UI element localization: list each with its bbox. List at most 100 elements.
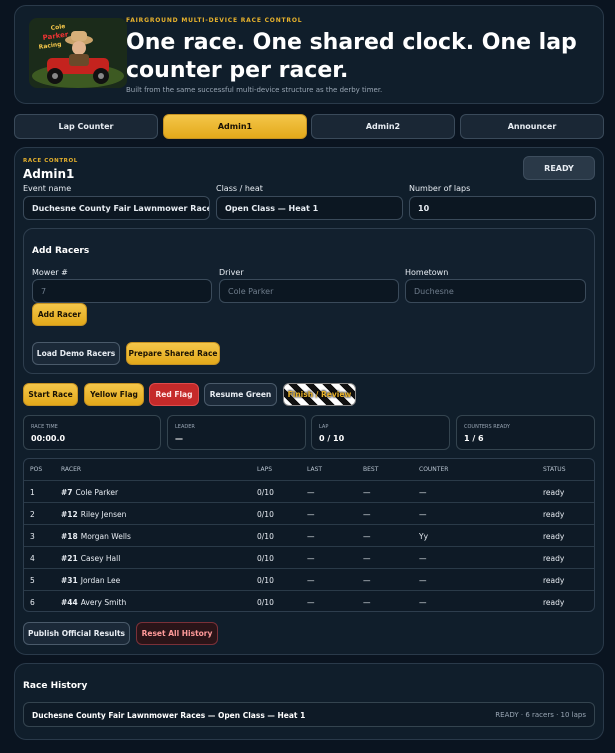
row-racer-number: #7 bbox=[61, 487, 73, 497]
row-best: — bbox=[363, 509, 371, 519]
row-laps: 0/10 bbox=[257, 509, 274, 519]
lap-key: LAP bbox=[319, 424, 329, 430]
hometown-input[interactable]: Duchesne bbox=[405, 279, 586, 303]
hero-subtitle: Built from the same successful multi-dev… bbox=[126, 86, 383, 94]
row-pos: 3 bbox=[30, 531, 35, 541]
row-best: — bbox=[363, 553, 371, 563]
table-row: 5 #31 Jordan Lee 0/10 — — — ready bbox=[24, 568, 594, 590]
status-badge: READY bbox=[523, 156, 595, 180]
prepare-shared-race-button[interactable]: Prepare Shared Race bbox=[126, 342, 220, 365]
add-racers-title: Add Racers bbox=[32, 246, 90, 256]
yellow-flag-button[interactable]: Yellow Flag bbox=[84, 383, 144, 406]
col-status: STATUS bbox=[543, 466, 566, 473]
mower-number-input[interactable]: 7 bbox=[32, 279, 212, 303]
row-racer-name: Casey Hall bbox=[80, 553, 121, 563]
counters-ready-value: 1 / 6 bbox=[464, 434, 484, 443]
col-pos: POS bbox=[30, 466, 43, 473]
col-racer: RACER bbox=[61, 466, 82, 473]
publish-results-button[interactable]: Publish Official Results bbox=[23, 622, 130, 645]
table-row: 2 #12 Riley Jensen 0/10 — — — ready bbox=[24, 502, 594, 524]
row-racer: #7 Cole Parker bbox=[61, 481, 118, 503]
row-laps: 0/10 bbox=[257, 553, 274, 563]
row-laps: 0/10 bbox=[257, 597, 274, 607]
resume-green-button[interactable]: Resume Green bbox=[204, 383, 277, 406]
row-racer: #21 Casey Hall bbox=[61, 547, 120, 569]
leader-key: LEADER bbox=[175, 424, 195, 430]
start-race-button[interactable]: Start Race bbox=[23, 383, 78, 406]
hero-kicker: FAIRGROUND MULTI-DEVICE RACE CONTROL bbox=[126, 17, 303, 24]
tab-admin1[interactable]: Admin1 bbox=[163, 114, 307, 139]
row-racer-number: #12 bbox=[61, 509, 78, 519]
history-entry-meta: READY · 6 racers · 10 laps bbox=[495, 711, 586, 719]
table-row: 4 #21 Casey Hall 0/10 — — — ready bbox=[24, 546, 594, 568]
finish-review-button[interactable]: Finish / Review bbox=[283, 383, 356, 406]
row-pos: 1 bbox=[30, 487, 35, 497]
col-best: BEST bbox=[363, 466, 379, 473]
driver-input[interactable]: Cole Parker bbox=[219, 279, 399, 303]
row-counter: — bbox=[419, 487, 427, 497]
driver-label: Driver bbox=[219, 268, 244, 277]
row-last: — bbox=[307, 575, 315, 585]
row-status: ready bbox=[543, 531, 565, 541]
load-demo-racers-button[interactable]: Load Demo Racers bbox=[32, 342, 120, 365]
hero-panel: Cole Parker Racing FAIRGROUND MULTI-DEVI… bbox=[14, 5, 604, 104]
col-last: LAST bbox=[307, 466, 323, 473]
event-name-field[interactable]: Duchesne County Fair Lawnmower Races bbox=[23, 196, 210, 220]
race-time-stat: RACE TIME 00:00.0 bbox=[23, 415, 161, 450]
red-flag-button[interactable]: Red Flag bbox=[149, 383, 199, 406]
row-counter: — bbox=[419, 597, 427, 607]
table-row: 6 #44 Avery Smith 0/10 — — — ready bbox=[24, 590, 594, 611]
race-control-kicker: RACE CONTROL bbox=[23, 158, 78, 164]
row-status: ready bbox=[543, 553, 565, 563]
class-heat-field[interactable]: Open Class — Heat 1 bbox=[216, 196, 403, 220]
row-last: — bbox=[307, 487, 315, 497]
row-pos: 6 bbox=[30, 597, 35, 607]
race-control-title: Admin1 bbox=[23, 167, 75, 181]
row-racer-number: #31 bbox=[61, 575, 78, 585]
row-racer-name: Riley Jensen bbox=[80, 509, 127, 519]
row-laps: 0/10 bbox=[257, 487, 274, 497]
race-time-key: RACE TIME bbox=[31, 424, 58, 430]
lap-value: 0 / 10 bbox=[319, 434, 345, 443]
row-counter: — bbox=[419, 575, 427, 585]
add-racer-button[interactable]: Add Racer bbox=[32, 303, 87, 326]
row-status: ready bbox=[543, 487, 565, 497]
row-status: ready bbox=[543, 509, 565, 519]
tab-announcer[interactable]: Announcer bbox=[460, 114, 604, 139]
race-time-value: 00:00.0 bbox=[31, 434, 66, 443]
row-counter: Yy bbox=[419, 531, 429, 541]
tab-admin2[interactable]: Admin2 bbox=[311, 114, 455, 139]
finish-review-label: Finish / Review bbox=[287, 390, 352, 399]
number-of-laps-label: Number of laps bbox=[409, 184, 471, 193]
row-best: — bbox=[363, 597, 371, 607]
row-racer-name: Morgan Wells bbox=[80, 531, 131, 541]
history-entry[interactable]: Duchesne County Fair Lawnmower Races — O… bbox=[23, 702, 595, 727]
row-racer-name: Avery Smith bbox=[80, 597, 127, 607]
col-counter: COUNTER bbox=[419, 466, 449, 473]
row-counter: — bbox=[419, 509, 427, 519]
row-racer: #12 Riley Jensen bbox=[61, 503, 126, 525]
row-racer-name: Jordan Lee bbox=[80, 575, 121, 585]
tab-lap-counter[interactable]: Lap Counter bbox=[14, 114, 158, 139]
leader-stat: LEADER — bbox=[167, 415, 306, 450]
race-history-title: Race History bbox=[23, 681, 88, 691]
row-last: — bbox=[307, 509, 315, 519]
row-racer-number: #44 bbox=[61, 597, 78, 607]
row-laps: 0/10 bbox=[257, 531, 274, 541]
row-counter: — bbox=[419, 553, 427, 563]
table-row: 1 #7 Cole Parker 0/10 — — — ready bbox=[24, 480, 594, 502]
row-laps: 0/10 bbox=[257, 575, 274, 585]
event-name-label: Event name bbox=[23, 184, 72, 193]
row-racer-name: Cole Parker bbox=[75, 487, 119, 497]
counters-ready-stat: COUNTERS READY 1 / 6 bbox=[456, 415, 595, 450]
row-best: — bbox=[363, 575, 371, 585]
number-of-laps-field[interactable]: 10 bbox=[409, 196, 596, 220]
row-racer: #18 Morgan Wells bbox=[61, 525, 131, 547]
mower-number-label: Mower # bbox=[32, 268, 68, 277]
hero-headline: One race. One shared clock. One lap coun… bbox=[126, 30, 577, 83]
lap-stat: LAP 0 / 10 bbox=[311, 415, 450, 450]
leader-value: — bbox=[175, 434, 183, 443]
reset-history-button[interactable]: Reset All History bbox=[136, 622, 218, 645]
row-last: — bbox=[307, 553, 315, 563]
row-racer: #44 Avery Smith bbox=[61, 591, 127, 611]
